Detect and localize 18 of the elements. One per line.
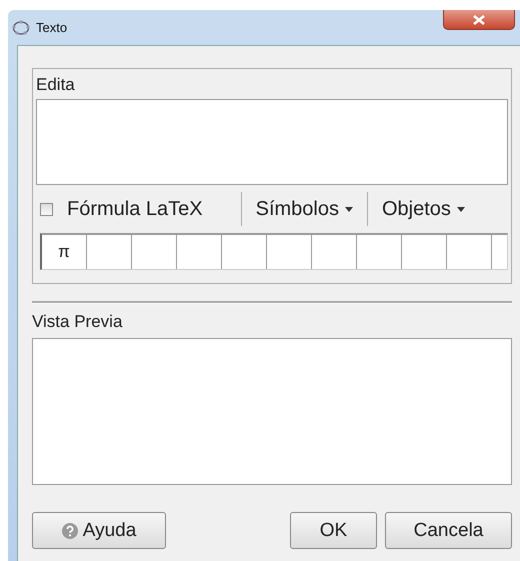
- panel-title: Vista Previa: [32, 311, 124, 333]
- cancel-button[interactable]: Cancela: [385, 512, 512, 549]
- close-button[interactable]: [443, 10, 515, 30]
- help-icon: [62, 522, 78, 538]
- checkbox-label: Fórmula LaTeX: [67, 198, 203, 220]
- dropdown-menu[interactable]: Objetos: [382, 198, 473, 220]
- panel-title: Edita: [36, 74, 76, 96]
- help-button[interactable]: Ayuda: [32, 512, 166, 549]
- app-icon: [12, 20, 30, 36]
- ok-button[interactable]: OK: [290, 512, 377, 549]
- checkbox[interactable]: [40, 202, 53, 216]
- caret-icon: [456, 206, 465, 212]
- caret-icon: [345, 206, 353, 212]
- dropdown-menu[interactable]: Símbolos: [256, 198, 361, 220]
- close-icon: [473, 14, 485, 24]
- text-input-area[interactable]: [36, 99, 508, 185]
- symbol-button[interactable]: π: [42, 235, 87, 269]
- window-title: Texto: [36, 20, 68, 35]
